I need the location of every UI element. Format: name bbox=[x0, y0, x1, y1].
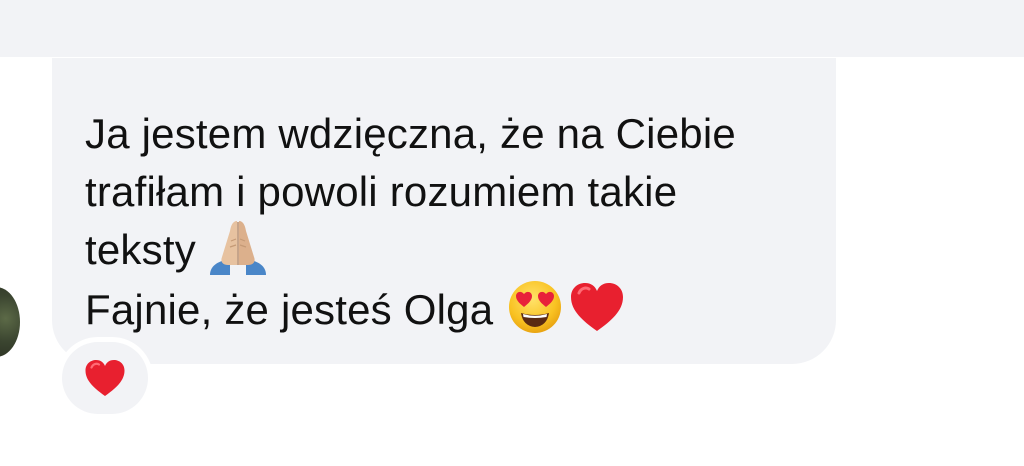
chat-screen: Ja jestem wdzięczna, że na Ciebie trafił… bbox=[0, 0, 1024, 466]
reaction-heart-icon bbox=[85, 360, 125, 396]
smiling-face-with-heart-eyes-icon bbox=[509, 280, 562, 333]
red-heart-icon bbox=[571, 282, 624, 331]
message-line-3: teksty bbox=[85, 220, 825, 281]
message-line-2: trafiłam i powoli rozumiem takie bbox=[85, 168, 678, 215]
message-line-1: Ja jestem wdzięczna, że na Ciebie bbox=[85, 110, 736, 157]
message-text: Ja jestem wdzięczna, że na Ciebie trafił… bbox=[85, 105, 825, 341]
message-line-4: Fajnie, że jesteś Olga bbox=[85, 280, 825, 341]
message-line-3-text: teksty bbox=[85, 226, 196, 273]
reaction-badge[interactable] bbox=[62, 342, 148, 414]
message-line-4-text: Fajnie, że jesteś Olga bbox=[85, 285, 494, 333]
sender-avatar[interactable] bbox=[0, 287, 20, 357]
previous-message-bubble[interactable] bbox=[0, 0, 1024, 57]
praying-hands-icon bbox=[209, 220, 266, 275]
